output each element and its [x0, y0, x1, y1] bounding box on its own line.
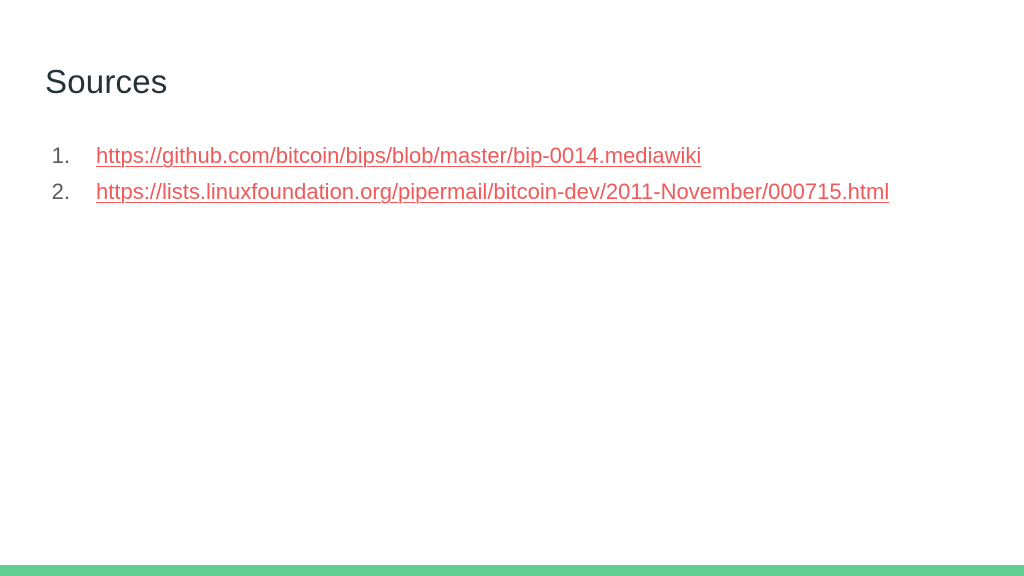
sources-list: 1. https://github.com/bitcoin/bips/blob/…	[45, 138, 980, 210]
list-item: 1. https://github.com/bitcoin/bips/blob/…	[45, 138, 980, 174]
slide: Sources 1. https://github.com/bitcoin/bi…	[0, 0, 1024, 576]
source-link-bitcoin-dev-mailing-list[interactable]: https://lists.linuxfoundation.org/piperm…	[96, 179, 889, 204]
source-link-bip-0014[interactable]: https://github.com/bitcoin/bips/blob/mas…	[96, 143, 701, 168]
list-item: 2. https://lists.linuxfoundation.org/pip…	[45, 174, 980, 210]
list-item-number: 2.	[51, 179, 70, 204]
slide-title: Sources	[45, 63, 168, 100]
bottom-accent-bar	[0, 565, 1024, 576]
list-item-number: 1.	[51, 143, 70, 168]
